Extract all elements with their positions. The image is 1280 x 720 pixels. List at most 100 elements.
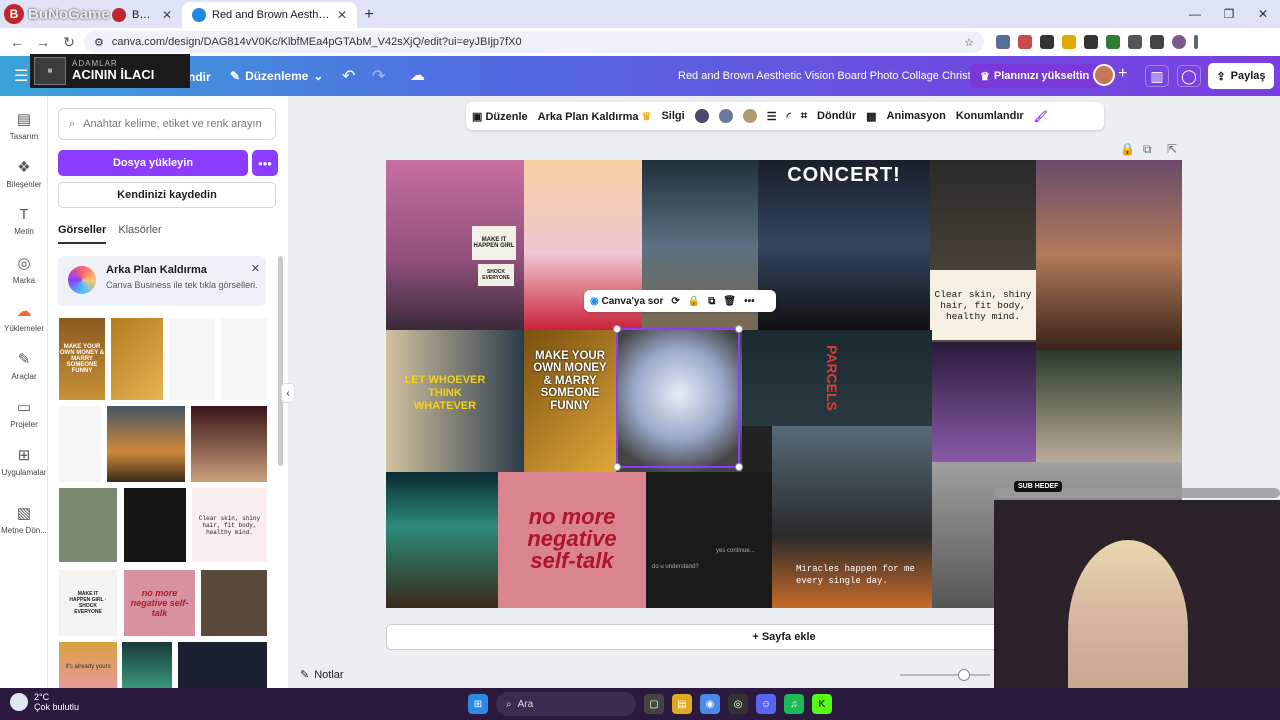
minimize-icon[interactable]: — <box>1178 0 1212 28</box>
photo-understand[interactable]: do u understand? yes continue... <box>646 472 772 608</box>
cloud-sync-icon[interactable]: ☁ <box>410 66 425 84</box>
edit-menu-button[interactable]: ✎ Düzenleme ⌄ <box>230 69 323 83</box>
close-icon[interactable]: ✕ <box>251 262 260 275</box>
file-explorer-icon[interactable]: ▤ <box>672 694 692 714</box>
rail-item-text[interactable]: T Metin <box>0 206 48 236</box>
forward-icon[interactable]: → <box>32 34 54 50</box>
image-thumbnail[interactable] <box>169 318 215 400</box>
lock-icon[interactable]: 🔒 <box>1120 142 1135 156</box>
close-icon[interactable]: ✕ <box>162 8 172 22</box>
selection-frame[interactable] <box>613 325 743 471</box>
trash-icon[interactable]: 🗑 <box>723 296 736 307</box>
duplicate-page-icon[interactable]: ⧉ <box>1143 142 1152 157</box>
record-yourself-button[interactable]: Kendinizi kaydedin <box>58 182 276 208</box>
image-thumbnail[interactable] <box>178 642 267 688</box>
add-page-icon[interactable]: ⇱ <box>1167 142 1177 156</box>
extension-icon[interactable] <box>1084 35 1098 49</box>
image-thumbnail[interactable] <box>221 318 267 400</box>
resize-handle[interactable] <box>735 325 743 333</box>
browser-tab-active[interactable]: Red and Brown Aesthetic Vision ✕ <box>182 2 357 28</box>
profile-icon[interactable] <box>1172 35 1186 49</box>
replace-icon[interactable]: ⟳ <box>671 296 679 307</box>
more-options-icon[interactable]: ••• <box>252 150 278 176</box>
close-icon[interactable]: ✕ <box>337 8 347 22</box>
new-tab-button[interactable]: + <box>357 2 381 28</box>
format-paint-icon[interactable]: 🖌 <box>1034 110 1048 123</box>
chrome-icon[interactable]: ◉ <box>700 694 720 714</box>
photo-cherry-blossom[interactable]: MAKE IT HAPPEN GIRL SHOCK EVERYONE <box>386 160 524 330</box>
address-bar[interactable]: ⚙ canva.com/design/DAG814vV0Kc/KlbfMEa4p… <box>84 31 984 53</box>
extension-icon[interactable] <box>1018 35 1032 49</box>
rail-item-apps[interactable]: ⊞ Uygulamalar <box>0 446 48 477</box>
photo-negative-talk[interactable]: no more negative self-talk <box>498 472 646 608</box>
lock-icon[interactable]: 🔒 <box>688 296 700 307</box>
image-thumbnail[interactable] <box>59 406 101 482</box>
duplicate-icon[interactable]: ⧉ <box>708 296 715 307</box>
image-thumbnail[interactable] <box>111 318 163 400</box>
extension-icon[interactable] <box>1106 35 1120 49</box>
panel-scrollbar[interactable] <box>278 256 283 466</box>
weather-widget[interactable]: 2°C Çok bulutlu <box>10 692 79 712</box>
analytics-icon[interactable]: ▥ <box>1145 65 1169 87</box>
photo-fitness[interactable] <box>1036 350 1182 470</box>
rail-item-design[interactable]: ▤ Tasarım <box>0 110 48 141</box>
back-icon[interactable]: ← <box>6 34 28 50</box>
rotate-button[interactable]: Döndür <box>817 110 856 122</box>
rail-item-brand[interactable]: ◎ Marka <box>0 254 48 285</box>
photo-colosseum[interactable] <box>1036 160 1182 350</box>
rail-item-text-convert[interactable]: ▧ Metne Dön... <box>0 504 48 535</box>
notes-button[interactable]: ✎ Notlar <box>300 668 344 682</box>
crop-icon[interactable]: ⌗ <box>801 110 807 123</box>
photo-campfire[interactable]: Miracles happen for me every single day. <box>772 426 932 608</box>
image-thumbnail[interactable]: It's already yours <box>59 642 117 688</box>
add-collaborator-icon[interactable]: + <box>1118 65 1127 83</box>
animate-button[interactable]: Animasyon <box>887 110 946 122</box>
image-thumbnail[interactable]: MAKE YOUR OWN MONEY & MARRY SOMEONE FUNN… <box>59 318 105 400</box>
extensions-puzzle-icon[interactable] <box>1128 35 1142 49</box>
image-thumbnail[interactable] <box>201 570 267 636</box>
photo-concert[interactable]: CONCERT! <box>758 160 930 330</box>
share-button[interactable]: ⇪ Paylaş <box>1208 63 1274 89</box>
photo-money[interactable]: MAKE YOUR OWN MONEY & MARRY SOMEONE FUNN… <box>524 330 616 472</box>
color-swatch[interactable] <box>742 109 757 123</box>
edit-image-button[interactable]: ▣ Düzenle <box>472 110 528 123</box>
comment-icon[interactable]: ◯ <box>1177 65 1201 87</box>
zoom-slider[interactable] <box>900 669 990 681</box>
transparency-icon[interactable]: ▩ <box>866 110 876 123</box>
kick-icon[interactable]: K <box>812 694 832 714</box>
search-input[interactable]: ⌕ Anahtar kelime, etiket ve renk arayın <box>58 108 276 140</box>
extension-icon[interactable] <box>996 35 1010 49</box>
tab-images[interactable]: Görseller <box>58 224 107 244</box>
download-icon[interactable] <box>1150 35 1164 49</box>
image-thumbnail[interactable] <box>122 642 172 688</box>
bookmark-star-icon[interactable]: ☆ <box>964 36 974 49</box>
photo-aurora[interactable] <box>386 472 498 608</box>
image-thumbnail[interactable]: no more negative self-talk <box>124 570 195 636</box>
color-swatch[interactable] <box>718 109 733 123</box>
upload-file-button[interactable]: Dosya yükleyin <box>58 150 248 176</box>
rail-item-tools[interactable]: ✎ Araçlar <box>0 350 48 381</box>
photo-parcels[interactable]: PARCELS <box>742 330 932 426</box>
bg-remover-button[interactable]: Arka Plan Kaldırma ♛ <box>538 110 652 123</box>
avatar[interactable] <box>1093 64 1115 86</box>
image-thumbnail[interactable]: Clear skin, shiny hair, fit body, health… <box>192 488 267 562</box>
image-thumbnail[interactable] <box>59 488 117 562</box>
resize-handle[interactable] <box>613 463 621 471</box>
image-thumbnail[interactable] <box>191 406 267 482</box>
taskbar-search[interactable]: ⌕ Ara <box>496 692 636 716</box>
reload-icon[interactable]: ↻ <box>58 34 80 51</box>
extension-icon[interactable] <box>1062 35 1076 49</box>
corner-rounding-icon[interactable]: ◜ <box>787 110 791 123</box>
resize-handle[interactable] <box>735 463 743 471</box>
document-title[interactable]: Red and Brown Aesthetic Vision Board Pho… <box>678 70 980 82</box>
more-vert-icon[interactable] <box>1194 35 1198 49</box>
windows-start-icon[interactable]: ⊞ <box>468 694 488 714</box>
file-menu-partial[interactable]: ndir <box>188 70 211 84</box>
zoom-slider-knob[interactable] <box>958 669 970 681</box>
upgrade-button[interactable]: ♛ Planınızı yükseltin <box>970 64 1100 88</box>
close-window-icon[interactable]: ✕ <box>1246 0 1280 28</box>
undo-icon[interactable]: ↶ <box>342 66 355 86</box>
rail-item-elements[interactable]: ❖ Bileşenler <box>0 158 48 189</box>
eraser-button[interactable]: Silgi <box>661 110 684 122</box>
photo-portrait[interactable] <box>932 342 1036 462</box>
